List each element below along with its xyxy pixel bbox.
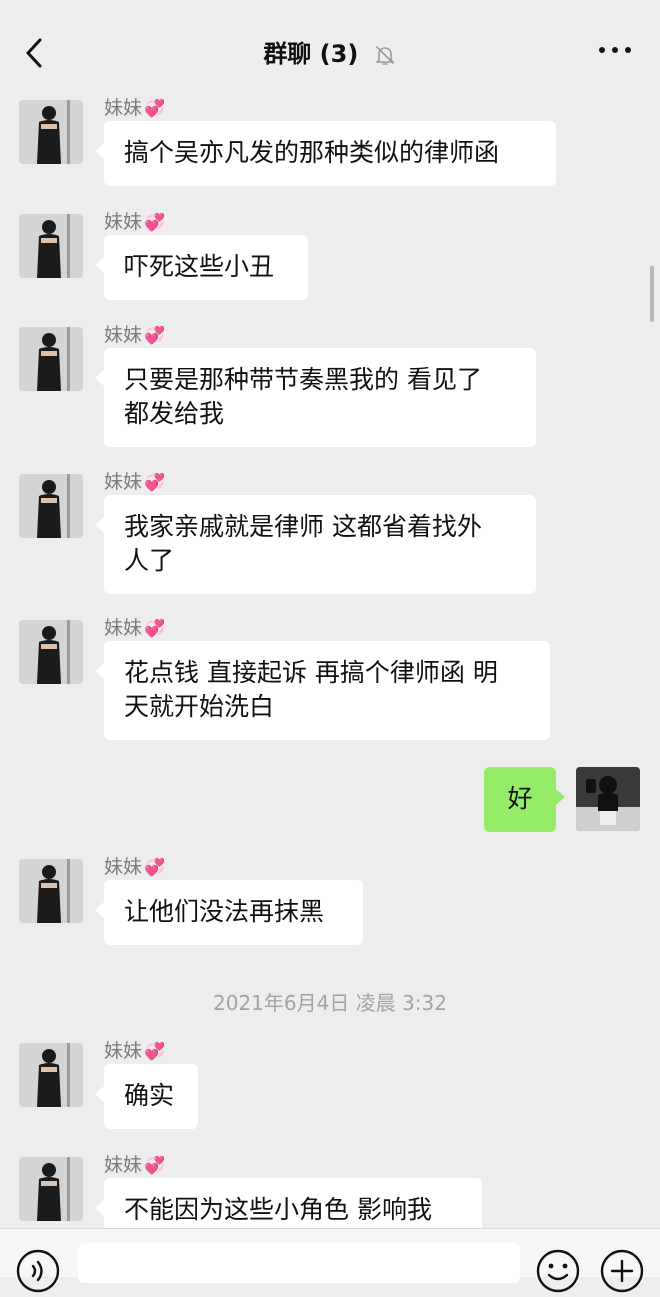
message-input[interactable] (78, 1243, 520, 1283)
sender-name: 妹妹 💞 (104, 97, 166, 119)
message-text-line: 都发给我 (124, 399, 225, 428)
message-text: 不能因为这些小角色 影响我 (124, 1195, 432, 1224)
my-avatar[interactable] (576, 767, 640, 831)
message-text-line: 花点钱 直接起诉 再搞个律师函 明 (124, 658, 498, 687)
message-bubble[interactable]: 搞个吴亦凡发的那种类似的律师函 (95, 121, 556, 186)
emoji-icon (536, 1249, 580, 1293)
input-bar (0, 1228, 660, 1293)
plus-icon (600, 1249, 644, 1293)
ellipsis-icon (599, 47, 631, 53)
sender-name: 妹妹 💞 (104, 1040, 166, 1062)
sender-name: 妹妹 💞 (104, 617, 166, 639)
chat-header: 群聊 (3) (0, 0, 660, 90)
message-text: 让他们没法再抹黑 (124, 897, 325, 926)
chat-title-area: 群聊 (3) (0, 34, 660, 69)
message-bubble[interactable]: 确实 (95, 1064, 198, 1129)
message-bubble[interactable]: 花点钱 直接起诉 再搞个律师函 明 天就开始洗白 (95, 641, 550, 740)
avatar[interactable] (19, 327, 83, 391)
message-text: 吓死这些小丑 (124, 252, 275, 281)
avatar[interactable] (19, 859, 83, 923)
bell-off-icon (375, 46, 394, 65)
sender-name: 妹妹 💞 (104, 471, 166, 493)
chat-title: 群聊 (3) (263, 40, 359, 68)
sender-name: 妹妹 💞 (104, 856, 166, 878)
more-button[interactable] (598, 42, 632, 58)
sender-name: 妹妹 💞 (104, 211, 166, 233)
scrollbar[interactable] (650, 266, 654, 322)
more-actions-button[interactable] (600, 1249, 644, 1297)
message-bubble-self[interactable]: 好 (484, 767, 565, 832)
message-text: 确实 (124, 1081, 175, 1110)
message-bubble[interactable]: 不能因为这些小角色 影响我 (95, 1178, 482, 1228)
sender-name: 妹妹 💞 (104, 1154, 166, 1176)
voice-button[interactable] (16, 1249, 60, 1297)
message-text-line: 人了 (124, 546, 175, 575)
message-bubble[interactable]: 吓死这些小丑 (95, 235, 308, 300)
timestamp: 2021年6月4日 凌晨 3:32 (213, 991, 447, 1015)
sender-name: 妹妹 💞 (104, 324, 166, 346)
message-text-line: 我家亲戚就是律师 这都省着找外 (124, 512, 482, 541)
voice-icon (16, 1249, 60, 1293)
avatar[interactable] (19, 1157, 83, 1221)
avatar[interactable] (19, 620, 83, 684)
message-text-line: 天就开始洗白 (124, 692, 275, 721)
message-bubble[interactable]: 只要是那种带节奏黑我的 看见了 都发给我 (95, 348, 536, 447)
message-text: 搞个吴亦凡发的那种类似的律师函 (124, 138, 500, 167)
avatar[interactable] (19, 1043, 83, 1107)
message-bubble[interactable]: 让他们没法再抹黑 (95, 880, 363, 945)
message-list[interactable]: 妹妹 💞 搞个吴亦凡发的那种类似的律师函 妹妹 💞 吓死这些小丑 妹妹 💞 只要是那种… (0, 90, 660, 1228)
avatar[interactable] (19, 214, 83, 278)
message-text-line: 只要是那种带节奏黑我的 看见了 (124, 365, 482, 394)
message-text: 好 (507, 784, 533, 813)
avatar[interactable] (19, 100, 83, 164)
emoji-button[interactable] (536, 1249, 580, 1297)
avatar[interactable] (19, 474, 83, 538)
message-bubble[interactable]: 我家亲戚就是律师 这都省着找外 人了 (95, 495, 536, 594)
